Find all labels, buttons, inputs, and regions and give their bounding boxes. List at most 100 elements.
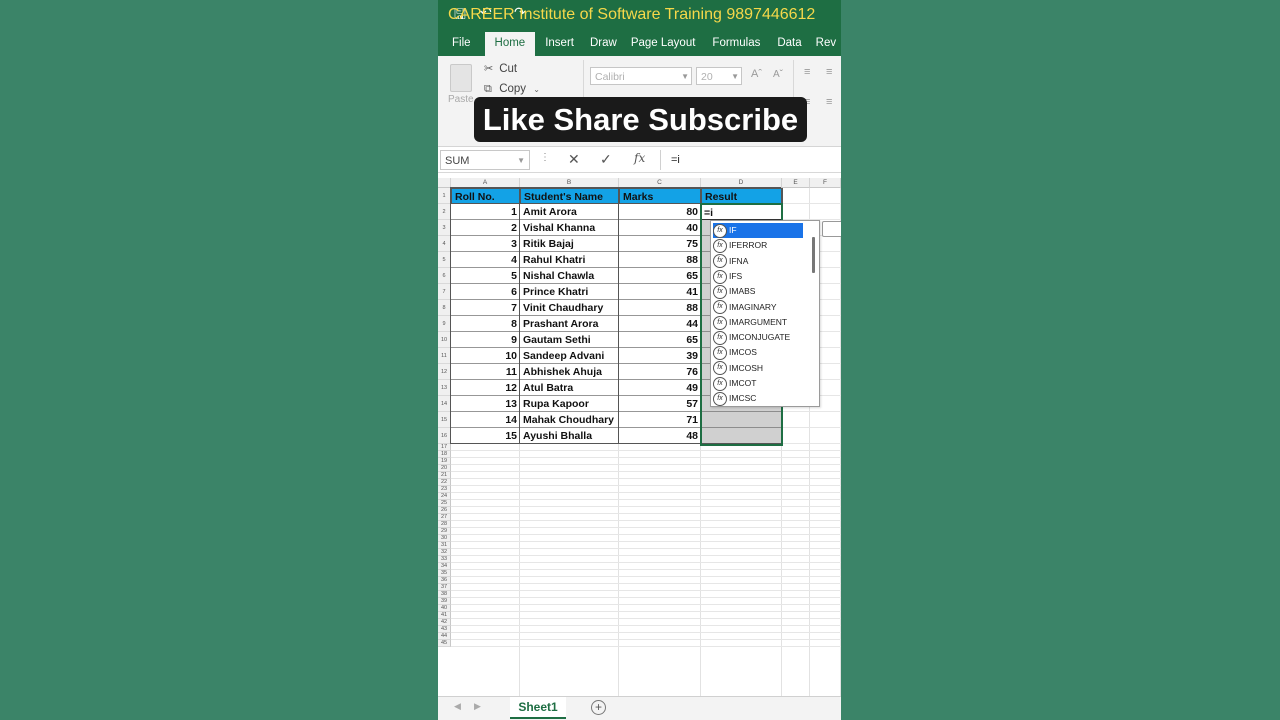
marks-cell[interactable]: 41 <box>619 284 701 300</box>
autocomplete-scrollbar[interactable] <box>812 237 815 273</box>
autocomplete-item[interactable]: fx IMCOS <box>713 345 803 361</box>
autocomplete-item[interactable]: fx IMARGUMENT <box>713 315 803 330</box>
row-header-18[interactable]: 18 <box>438 451 451 458</box>
marks-cell[interactable]: 39 <box>619 348 701 364</box>
marks-cell[interactable]: 49 <box>619 380 701 396</box>
student-name-cell[interactable]: Vishal Khanna <box>520 220 619 236</box>
roll-no-cell[interactable]: 3 <box>451 236 520 252</box>
sheet-nav-left-icon[interactable]: ◀ <box>454 701 461 712</box>
cancel-icon[interactable]: ✕ <box>568 151 580 168</box>
autocomplete-item[interactable]: fx IMCOSH <box>713 361 803 376</box>
row-header-26[interactable]: 26 <box>438 507 451 514</box>
tab-home[interactable]: Home <box>484 32 536 56</box>
tab-draw[interactable]: Draw <box>584 32 623 56</box>
marks-cell[interactable]: 76 <box>619 364 701 380</box>
roll-no-cell[interactable]: 15 <box>451 428 520 444</box>
roll-no-cell[interactable]: 8 <box>451 316 520 332</box>
autocomplete-item[interactable]: fx IFERROR <box>713 238 803 254</box>
roll-no-cell[interactable]: 14 <box>451 412 520 428</box>
row-header-23[interactable]: 23 <box>438 486 451 493</box>
student-name-cell[interactable]: Rupa Kapoor <box>520 396 619 412</box>
autocomplete-item[interactable]: fx IF <box>713 223 803 238</box>
roll-no-cell[interactable]: 5 <box>451 268 520 284</box>
marks-cell[interactable]: 44 <box>619 316 701 332</box>
font-size-select[interactable]: 20 ▼ <box>696 67 742 85</box>
roll-no-cell[interactable]: 10 <box>451 348 520 364</box>
header-cell[interactable]: Result <box>701 188 783 204</box>
row-header-34[interactable]: 34 <box>438 563 451 570</box>
student-name-cell[interactable]: Atul Batra <box>520 380 619 396</box>
marks-cell[interactable]: 57 <box>619 396 701 412</box>
paste-button-label[interactable]: Paste <box>448 94 474 105</box>
row-header-41[interactable]: 41 <box>438 612 451 619</box>
student-name-cell[interactable]: Gautam Sethi <box>520 332 619 348</box>
row-header-22[interactable]: 22 <box>438 479 451 486</box>
student-name-cell[interactable]: Rahul Khatri <box>520 252 619 268</box>
function-autocomplete-list[interactable]: fx IF fx IFERROR fx IFNA fx IFS fx IMABS fx IMAGINA… <box>710 220 820 407</box>
student-name-cell[interactable]: Prashant Arora <box>520 316 619 332</box>
row-header-27[interactable]: 27 <box>438 514 451 521</box>
row-header-25[interactable]: 25 <box>438 500 451 507</box>
tab-formulas[interactable]: Formulas <box>703 32 769 56</box>
autocomplete-item[interactable]: fx IMCSC <box>713 391 803 407</box>
marks-cell[interactable]: 75 <box>619 236 701 252</box>
row-header-32[interactable]: 32 <box>438 549 451 556</box>
tab-file[interactable]: File <box>438 32 485 56</box>
marks-cell[interactable]: 65 <box>619 332 701 348</box>
marks-cell[interactable]: 80 <box>619 204 701 220</box>
student-name-cell[interactable]: Sandeep Advani <box>520 348 619 364</box>
autocomplete-item[interactable]: fx IFS <box>713 269 803 284</box>
student-name-cell[interactable]: Ritik Bajaj <box>520 236 619 252</box>
row-header-36[interactable]: 36 <box>438 577 451 584</box>
student-name-cell[interactable]: Vinit Chaudhary <box>520 300 619 316</box>
autocomplete-item[interactable]: fx IFNA <box>713 254 803 269</box>
row-header-19[interactable]: 19 <box>438 458 451 465</box>
align-middle-icon[interactable]: ≡ <box>826 66 832 78</box>
column-header-e[interactable]: E <box>782 178 810 188</box>
roll-no-cell[interactable]: 9 <box>451 332 520 348</box>
row-header-44[interactable]: 44 <box>438 633 451 640</box>
increase-font-size-icon[interactable]: Aˆ <box>751 68 762 80</box>
row-header-45[interactable]: 45 <box>438 640 451 647</box>
student-name-cell[interactable]: Nishal Chawla <box>520 268 619 284</box>
header-cell[interactable]: Roll No. <box>451 188 521 204</box>
student-name-cell[interactable]: Ayushi Bhalla <box>520 428 619 444</box>
enter-icon[interactable]: ✓ <box>600 151 612 168</box>
tab-insert[interactable]: Insert <box>535 32 584 56</box>
student-name-cell[interactable]: Amit Arora <box>520 204 619 220</box>
row-header-30[interactable]: 30 <box>438 535 451 542</box>
autocomplete-item[interactable]: fx IMCONJUGATE <box>713 330 803 345</box>
student-name-cell[interactable]: Abhishek Ahuja <box>520 364 619 380</box>
roll-no-cell[interactable]: 4 <box>451 252 520 268</box>
font-name-select[interactable]: Calibri ▼ <box>590 67 692 85</box>
row-header-43[interactable]: 43 <box>438 626 451 633</box>
plus-circle-icon[interactable]: + <box>591 700 606 715</box>
row-header-40[interactable]: 40 <box>438 605 451 612</box>
formula-input[interactable]: =i <box>660 150 840 170</box>
sheet-nav-right-icon[interactable]: ▶ <box>474 701 481 712</box>
autocomplete-item[interactable]: fx IMABS <box>713 284 803 299</box>
paste-icon[interactable] <box>450 64 472 92</box>
row-header-38[interactable]: 38 <box>438 591 451 598</box>
cut-button[interactable]: ✂ Cut <box>484 62 517 75</box>
row-header-31[interactable]: 31 <box>438 542 451 549</box>
tab-review[interactable]: Rev <box>810 32 836 56</box>
marks-cell[interactable]: 40 <box>619 220 701 236</box>
roll-no-cell[interactable]: 7 <box>451 300 520 316</box>
insert-function-icon[interactable]: fx <box>634 151 645 165</box>
marks-cell[interactable]: 65 <box>619 268 701 284</box>
row-header-24[interactable]: 24 <box>438 493 451 500</box>
roll-no-cell[interactable]: 13 <box>451 396 520 412</box>
row-header-33[interactable]: 33 <box>438 556 451 563</box>
align-center-icon[interactable]: ≡ <box>826 96 832 108</box>
marks-cell[interactable]: 71 <box>619 412 701 428</box>
tab-data[interactable]: Data <box>769 32 809 56</box>
header-cell[interactable]: Marks <box>619 188 702 204</box>
tab-page-layout[interactable]: Page Layout <box>623 32 704 56</box>
roll-no-cell[interactable]: 6 <box>451 284 520 300</box>
name-box[interactable]: SUM ▼ <box>440 150 530 170</box>
roll-no-cell[interactable]: 11 <box>451 364 520 380</box>
row-header-29[interactable]: 29 <box>438 528 451 535</box>
copy-button[interactable]: ⧉ Copy ⌄ <box>484 83 540 96</box>
roll-no-cell[interactable]: 2 <box>451 220 520 236</box>
